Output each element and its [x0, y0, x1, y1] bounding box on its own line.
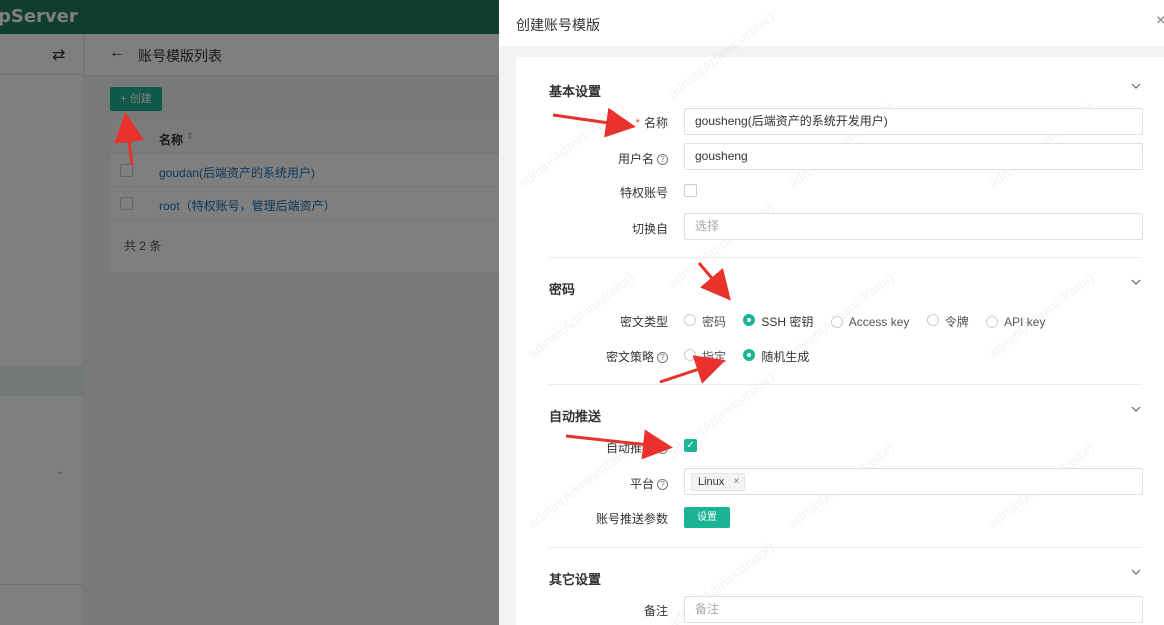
annotation-arrow [659, 355, 726, 384]
annotation-arrow [697, 262, 731, 301]
annotation-arrow [565, 429, 673, 460]
annotation-arrows [114, 107, 731, 460]
annotation-arrow [114, 112, 144, 166]
annotation-arrow [552, 107, 636, 138]
